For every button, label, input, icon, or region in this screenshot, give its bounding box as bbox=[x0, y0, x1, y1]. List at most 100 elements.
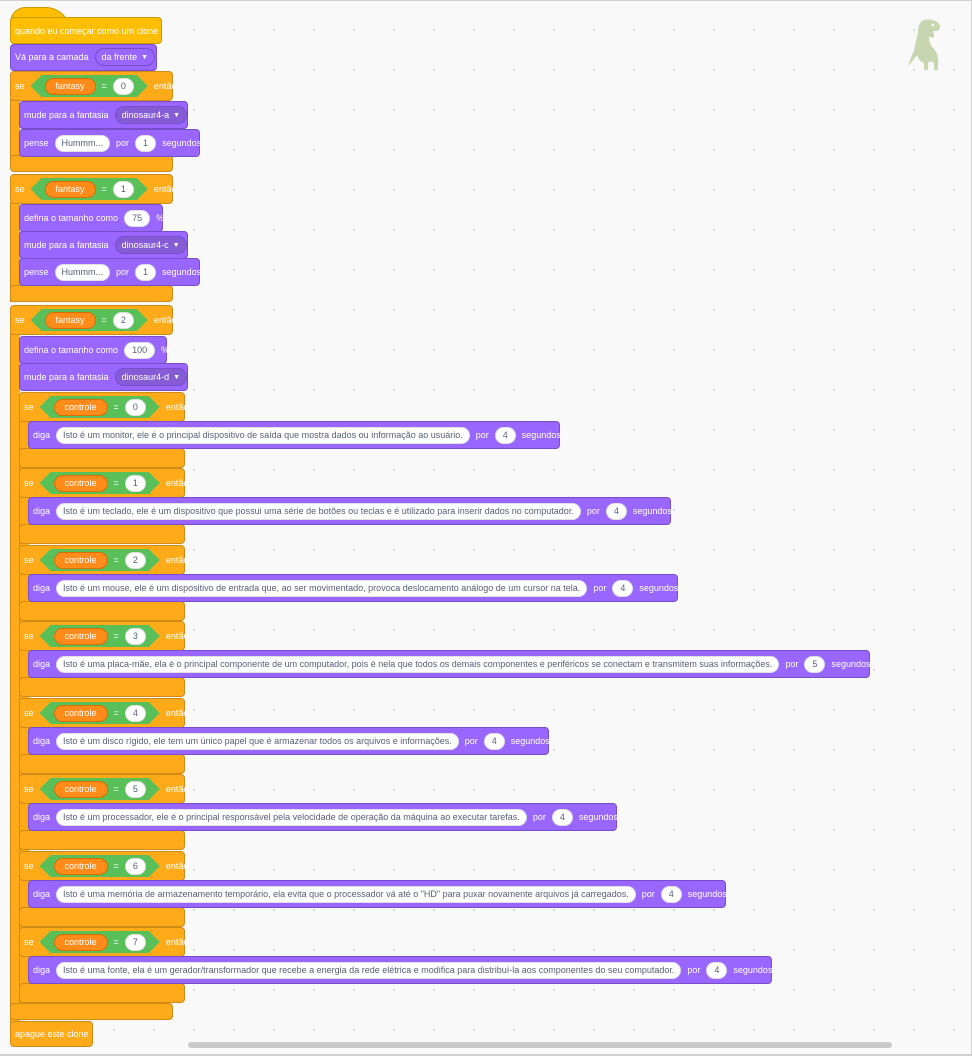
variable-fantasy[interactable]: fantasy bbox=[45, 181, 96, 198]
costume-dropdown[interactable]: dinosaur4-c ▼ bbox=[114, 236, 187, 254]
if1-entao: então bbox=[153, 80, 177, 91]
inner-se: se bbox=[24, 860, 34, 871]
por-label: por bbox=[641, 888, 655, 899]
end-label: apague este clone bbox=[15, 1028, 89, 1039]
say-text-input[interactable]: Isto é um teclado, ele é um dispositivo … bbox=[56, 502, 581, 520]
variable-controle[interactable]: controle bbox=[54, 399, 108, 416]
think-label: pense bbox=[24, 137, 49, 148]
equals-operator[interactable]: controle = 1 bbox=[40, 472, 160, 494]
variable-controle[interactable]: controle bbox=[54, 475, 108, 492]
seconds-input[interactable]: 4 bbox=[660, 885, 682, 903]
value-input[interactable]: 0 bbox=[125, 399, 146, 416]
say-label: diga bbox=[33, 429, 51, 440]
por-label: por bbox=[116, 266, 130, 277]
seconds-label: segundos bbox=[733, 964, 773, 975]
code-workspace[interactable]: quando eu começar como um clone Vá para … bbox=[0, 0, 972, 1056]
inner-se: se bbox=[24, 477, 34, 488]
costume-dropdown[interactable]: dinosaur4-a ▼ bbox=[114, 106, 188, 124]
seconds-input[interactable]: 4 bbox=[494, 426, 516, 444]
inner-if-bottom bbox=[19, 830, 185, 850]
por-label: por bbox=[593, 582, 607, 593]
seconds-label: segundos bbox=[162, 137, 202, 148]
equals-operator[interactable]: fantasy = 1 bbox=[31, 178, 148, 200]
layer-dropdown[interactable]: da frente ▼ bbox=[94, 48, 156, 66]
equals-operator[interactable]: fantasy = 2 bbox=[31, 309, 148, 331]
variable-controle[interactable]: controle bbox=[54, 705, 108, 722]
inner-if-row: se controle = 0 então bbox=[24, 393, 188, 421]
if1-costume-row: mude para a fantasia dinosaur4-a ▼ bbox=[24, 101, 188, 129]
inner-if-row: se controle = 3 então bbox=[24, 622, 188, 650]
variable-controle[interactable]: controle bbox=[54, 552, 108, 569]
say-row: diga Isto é um processador, ele é o prin… bbox=[33, 803, 618, 831]
seconds-label: segundos bbox=[578, 811, 618, 822]
say-label: diga bbox=[33, 811, 51, 822]
equals-operator[interactable]: controle = 2 bbox=[40, 549, 160, 571]
say-label: diga bbox=[33, 658, 51, 669]
seconds-input[interactable]: 4 bbox=[605, 502, 627, 520]
inner-if-bottom bbox=[19, 601, 185, 621]
inner-if-row: se controle = 2 então bbox=[24, 546, 188, 574]
say-text-input[interactable]: Isto é um monitor, ele é o principal dis… bbox=[56, 426, 470, 444]
seconds-input[interactable]: 4 bbox=[612, 579, 634, 597]
seconds-label: segundos bbox=[632, 505, 672, 516]
seconds-input[interactable]: 1 bbox=[135, 134, 157, 152]
horizontal-scrollbar[interactable] bbox=[188, 1042, 892, 1048]
equals-operator[interactable]: controle = 4 bbox=[40, 702, 160, 724]
equals-operator[interactable]: fantasy = 0 bbox=[31, 75, 148, 97]
value-input[interactable]: 3 bbox=[125, 628, 146, 645]
inner-entao: então bbox=[165, 707, 189, 718]
equals-sign: = bbox=[113, 784, 119, 794]
variable-controle[interactable]: controle bbox=[54, 934, 108, 951]
value-input[interactable]: 1 bbox=[113, 181, 134, 198]
seconds-input[interactable]: 4 bbox=[706, 961, 728, 979]
say-label: diga bbox=[33, 582, 51, 593]
value-input[interactable]: 4 bbox=[125, 705, 146, 722]
equals-operator[interactable]: controle = 5 bbox=[40, 778, 160, 800]
say-text-input[interactable]: Isto é um disco rígido, ele tem um único… bbox=[56, 732, 459, 750]
seconds-input[interactable]: 1 bbox=[135, 263, 157, 281]
say-row: diga Isto é um disco rígido, ele tem um … bbox=[33, 727, 550, 755]
say-row: diga Isto é uma placa-mãe, ela é o princ… bbox=[33, 650, 870, 678]
say-label: diga bbox=[33, 964, 51, 975]
say-text-input[interactable]: Isto é uma fonte, ela é um gerador/trans… bbox=[56, 961, 682, 979]
equals-sign: = bbox=[101, 81, 107, 91]
percent-label: % bbox=[161, 344, 170, 355]
think-text-input[interactable]: Hummm... bbox=[54, 134, 111, 152]
variable-controle[interactable]: controle bbox=[54, 781, 108, 798]
equals-operator[interactable]: controle = 7 bbox=[40, 931, 160, 953]
inner-entao: então bbox=[165, 783, 189, 794]
seconds-label: segundos bbox=[831, 658, 871, 669]
costume-label: mude para a fantasia bbox=[24, 239, 109, 250]
seconds-label: segundos bbox=[162, 266, 202, 277]
value-input[interactable]: 2 bbox=[125, 552, 146, 569]
equals-operator[interactable]: controle = 0 bbox=[40, 396, 160, 418]
value-input[interactable]: 6 bbox=[125, 858, 146, 875]
think-text-input[interactable]: Hummm... bbox=[54, 263, 111, 281]
seconds-input[interactable]: 5 bbox=[804, 655, 826, 673]
seconds-input[interactable]: 4 bbox=[551, 808, 573, 826]
say-text-input[interactable]: Isto é uma placa-mãe, ela é o principal … bbox=[56, 655, 780, 673]
variable-controle[interactable]: controle bbox=[54, 628, 108, 645]
size-input[interactable]: 75 bbox=[124, 209, 151, 227]
dinosaur-sprite-icon bbox=[908, 19, 941, 70]
equals-operator[interactable]: controle = 6 bbox=[40, 855, 160, 877]
por-label: por bbox=[464, 735, 478, 746]
value-input[interactable]: 1 bbox=[125, 475, 146, 492]
equals-sign: = bbox=[101, 315, 107, 325]
value-input[interactable]: 7 bbox=[125, 934, 146, 951]
size-input[interactable]: 100 bbox=[124, 341, 156, 359]
say-text-input[interactable]: Isto é uma memória de armazenamento temp… bbox=[56, 885, 636, 903]
variable-fantasy[interactable]: fantasy bbox=[45, 78, 96, 95]
if2-entao: então bbox=[153, 183, 177, 194]
value-input[interactable]: 5 bbox=[125, 781, 146, 798]
say-text-input[interactable]: Isto é um mouse, ele é um dispositivo de… bbox=[56, 579, 588, 597]
equals-sign: = bbox=[113, 708, 119, 718]
value-input[interactable]: 0 bbox=[113, 78, 134, 95]
value-input[interactable]: 2 bbox=[113, 312, 134, 329]
say-text-input[interactable]: Isto é um processador, ele é o principal… bbox=[56, 808, 527, 826]
equals-operator[interactable]: controle = 3 bbox=[40, 625, 160, 647]
costume-dropdown[interactable]: dinosaur4-d ▼ bbox=[114, 368, 188, 386]
seconds-input[interactable]: 4 bbox=[483, 732, 505, 750]
variable-fantasy[interactable]: fantasy bbox=[45, 312, 96, 329]
variable-controle[interactable]: controle bbox=[54, 858, 108, 875]
